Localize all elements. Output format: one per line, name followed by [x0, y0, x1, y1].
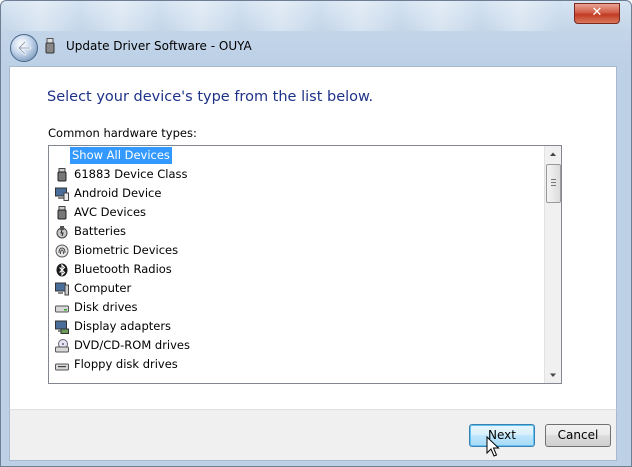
firewire-icon [55, 167, 69, 182]
title-bar-background [1, 1, 561, 31]
back-arrow-icon [17, 40, 32, 56]
list-item[interactable]: AVC Devices [49, 203, 545, 222]
floppy-drive-icon [55, 358, 69, 372]
list-item[interactable]: Batteries [49, 222, 545, 241]
list-item[interactable]: Bluetooth Radios [49, 260, 545, 279]
scroll-up-button[interactable] [545, 146, 561, 162]
computer-icon [55, 282, 69, 296]
list-item-label: 61883 Device Class [74, 167, 188, 181]
arrow-up-icon [550, 152, 556, 156]
content-panel: Select your device's type from the list … [9, 66, 617, 410]
hardware-type-listbox[interactable]: Show All Devices 61883 Device Class Andr… [48, 145, 562, 384]
list-item-label: Display adapters [74, 319, 172, 333]
usb-device-icon [45, 38, 55, 54]
battery-icon [55, 225, 69, 239]
button-bar: Next Cancel [9, 409, 617, 461]
list-item-label: Computer [74, 281, 132, 295]
page-heading: Select your device's type from the list … [47, 89, 374, 105]
list-item-label: Bluetooth Radios [74, 262, 172, 276]
list-item[interactable]: Biometric Devices [49, 241, 545, 260]
avc-device-icon [55, 205, 69, 220]
scrollbar-thumb[interactable] [546, 164, 561, 203]
list-item[interactable]: Floppy disk drives [49, 355, 545, 374]
vertical-scrollbar[interactable] [544, 146, 561, 383]
dvd-drive-icon [55, 338, 69, 353]
mouse-cursor-icon [486, 436, 500, 457]
arrow-down-icon [550, 373, 556, 377]
bluetooth-icon [55, 263, 69, 277]
window-title: Update Driver Software - OUYA [66, 39, 252, 53]
list-item[interactable]: Android Device [49, 184, 545, 203]
back-button[interactable] [10, 34, 38, 62]
list-item-label: Floppy disk drives [74, 357, 178, 371]
list-item[interactable]: Show All Devices [49, 146, 545, 165]
next-button[interactable]: Next [469, 424, 535, 447]
list-item[interactable]: Disk drives [49, 298, 545, 317]
list-item-label: Show All Devices [70, 147, 172, 164]
list-item-label: Biometric Devices [74, 243, 179, 257]
display-adapter-icon [55, 320, 69, 334]
cancel-button[interactable]: Cancel [545, 424, 611, 447]
hardware-type-list: Show All Devices 61883 Device Class Andr… [49, 146, 545, 374]
list-item-label: Batteries [74, 224, 127, 238]
list-item[interactable]: 61883 Device Class [49, 165, 545, 184]
dialog-window: ✕ Update Driver Software - OUYA Select y… [0, 0, 632, 467]
close-button[interactable]: ✕ [574, 3, 620, 24]
scroll-down-button[interactable] [545, 367, 561, 383]
list-item-label: Disk drives [74, 300, 138, 314]
list-item[interactable]: Display adapters [49, 317, 545, 336]
list-item-label: DVD/CD-ROM drives [74, 338, 190, 352]
list-item-label: AVC Devices [74, 205, 147, 219]
android-device-icon [55, 187, 69, 201]
disk-drive-icon [55, 301, 69, 315]
list-label: Common hardware types: [48, 126, 197, 140]
list-item[interactable]: DVD/CD-ROM drives [49, 336, 545, 355]
biometric-icon [55, 244, 69, 258]
list-item[interactable]: Computer [49, 279, 545, 298]
list-item-label: Android Device [74, 186, 162, 200]
